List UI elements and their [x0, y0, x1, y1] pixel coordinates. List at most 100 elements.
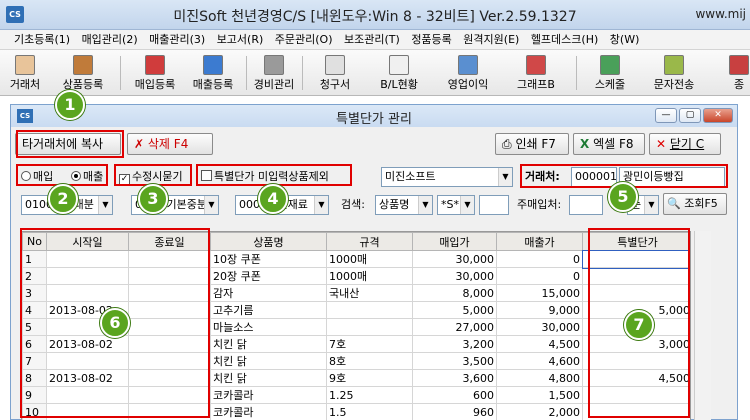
spec-cell: 국내산 — [326, 284, 413, 302]
menu-window[interactable]: 창(W) — [606, 30, 644, 50]
spec-cell: 1.25 — [326, 386, 413, 404]
menu-remote-support[interactable]: 원격지원(E) — [459, 30, 523, 50]
toolbar-sms-button[interactable]: 문자전송 — [642, 52, 706, 94]
purchase-price-cell: 960 — [412, 403, 497, 420]
chevron-down-icon: ▼ — [98, 196, 112, 214]
sales-entry-icon — [203, 55, 223, 75]
search-input[interactable] — [479, 195, 509, 215]
product-name-cell: 치킨 닭 — [210, 335, 327, 353]
delete-button[interactable]: ✗ 삭제 F4 — [127, 133, 213, 155]
company-select[interactable]: 미진소프트 ▼ — [381, 167, 513, 187]
purchase-entry-icon — [145, 55, 165, 75]
menu-basic-registration[interactable]: 기초등록(1) — [10, 30, 74, 50]
purchase-price-cell: 30,000 — [412, 250, 497, 268]
chevron-down-icon: ▼ — [460, 196, 474, 214]
sales-price-cell: 30,000 — [496, 318, 583, 336]
toolbar-invoice-button[interactable]: 청구서 — [308, 52, 362, 94]
sales-price-cell: 2,000 — [496, 403, 583, 420]
purchase-price-cell: 27,000 — [412, 318, 497, 336]
search-field-select[interactable]: 상품명 ▼ — [375, 195, 433, 215]
app-title-bar: CS 미진Soft 천년경영C/S [내윈도우:Win 8 - 32비트] Ve… — [0, 0, 750, 30]
col-header-spec[interactable]: 규격 — [326, 232, 413, 251]
client-icon — [15, 55, 35, 75]
highlight-exclude-checkbox — [196, 164, 352, 186]
toolbar: 거래처 상품등록 매입등록 매출등록 경비관리 청구서 B/L현황 영업이익 그… — [0, 50, 750, 96]
spec-cell: 8호 — [326, 352, 413, 370]
menu-order[interactable]: 주문관리(O) — [271, 30, 337, 50]
menu-aux[interactable]: 보조관리(T) — [340, 30, 404, 50]
callout-badge-6: 6 — [100, 308, 130, 338]
col-header-product-name[interactable]: 상품명 — [210, 232, 327, 251]
spec-cell: 1.5 — [326, 403, 413, 420]
product-name-cell: 10장 쿠폰 — [210, 250, 327, 268]
col-header-purchase-price[interactable]: 매입가 — [412, 232, 497, 251]
product-name-cell: 마늘소스 — [210, 318, 327, 336]
purchase-price-cell: 3,500 — [412, 352, 497, 370]
sales-price-cell: 0 — [496, 250, 583, 268]
excel-button[interactable]: X 엑셀 F8 — [573, 133, 645, 155]
sales-price-cell: 4,800 — [496, 369, 583, 387]
purchase-price-cell: 600 — [412, 386, 497, 404]
invoice-icon — [325, 55, 345, 75]
toolbar-purchase-entry-button[interactable]: 매입등록 — [126, 52, 184, 94]
spec-cell — [326, 301, 413, 319]
main-buyer-field[interactable] — [569, 195, 603, 215]
window-title: 특별단가 관리 — [336, 112, 412, 127]
toolbar-bl-status-button[interactable]: B/L현황 — [366, 52, 432, 94]
toolbar-operating-profit-button[interactable]: 영업이익 — [436, 52, 500, 94]
toolbar-exit-button[interactable]: 종 — [728, 52, 750, 94]
sales-price-cell: 4,600 — [496, 352, 583, 370]
excel-icon: X — [580, 137, 590, 151]
print-button[interactable]: ⎙ 인쇄 F7 — [495, 133, 569, 155]
product-name-cell: 치킨 닭 — [210, 369, 327, 387]
menu-bar: 기초등록(1) 매입관리(2) 매출관리(3) 보고서(R) 주문관리(O) 보… — [0, 30, 750, 50]
spec-cell — [326, 318, 413, 336]
app-title: 미진Soft 천년경영C/S [내윈도우:Win 8 - 32비트] Ver.2… — [173, 9, 577, 25]
menu-report[interactable]: 보고서(R) — [213, 30, 268, 50]
menu-helpdesk[interactable]: 헬프데스크(H) — [527, 30, 602, 50]
toolbar-product-button[interactable]: 상품등록 — [54, 52, 112, 94]
search-button[interactable]: 🔍 조회F5 — [663, 193, 727, 215]
maximize-button[interactable]: ▢ — [679, 108, 701, 123]
product-name-cell: 고추기름 — [210, 301, 327, 319]
expense-icon — [264, 55, 284, 75]
profit-icon — [458, 55, 478, 75]
col-header-sales-price[interactable]: 매출가 — [496, 232, 583, 251]
product-name-cell: 코카콜라 — [210, 403, 327, 420]
callout-badge-1: 1 — [55, 90, 85, 120]
search-label: 검색: — [341, 198, 365, 211]
toolbar-separator — [302, 56, 303, 90]
toolbar-sales-entry-button[interactable]: 매출등록 — [184, 52, 242, 94]
toolbar-graph-button[interactable]: 그래프B — [504, 52, 568, 94]
product-name-cell: 20장 쿠폰 — [210, 267, 327, 285]
callout-badge-4: 4 — [258, 184, 288, 214]
toolbar-client-button[interactable]: 거래처 — [4, 52, 46, 94]
chevron-down-icon: ▼ — [644, 196, 658, 214]
minimize-button[interactable]: — — [655, 108, 677, 123]
sms-icon — [664, 55, 684, 75]
window-title-bar[interactable]: CS 특별단가 관리 — ▢ ✕ — [11, 105, 737, 127]
main-buyer-label: 주매입처: — [517, 198, 562, 211]
search-pattern-select[interactable]: *S* ▼ — [437, 195, 475, 215]
sales-price-cell: 1,500 — [496, 386, 583, 404]
sales-price-cell: 9,000 — [496, 301, 583, 319]
menu-sales[interactable]: 매출관리(3) — [145, 30, 209, 50]
toolbar-schedule-button[interactable]: 스케줄 — [582, 52, 638, 94]
menu-license[interactable]: 정품등록 — [407, 30, 455, 50]
highlight-sales-radio — [16, 164, 108, 186]
menu-purchase[interactable]: 매입관리(2) — [78, 30, 142, 50]
purchase-price-cell: 5,000 — [412, 301, 497, 319]
delete-icon: ✗ — [134, 137, 145, 151]
product-name-cell: 감자 — [210, 284, 327, 302]
exit-icon — [729, 55, 749, 75]
spec-cell: 1000매 — [326, 250, 413, 268]
close-button[interactable]: ✕ 닫기 C — [649, 133, 721, 155]
vertical-scrollbar[interactable] — [694, 231, 711, 420]
search-icon: 🔍 — [667, 197, 681, 210]
chevron-down-icon: ▼ — [204, 196, 218, 214]
spec-cell: 7호 — [326, 335, 413, 353]
toolbar-expense-button[interactable]: 경비관리 — [250, 52, 298, 94]
close-window-button[interactable]: ✕ — [703, 108, 733, 123]
purchase-price-cell: 3,600 — [412, 369, 497, 387]
purchase-price-cell: 3,200 — [412, 335, 497, 353]
